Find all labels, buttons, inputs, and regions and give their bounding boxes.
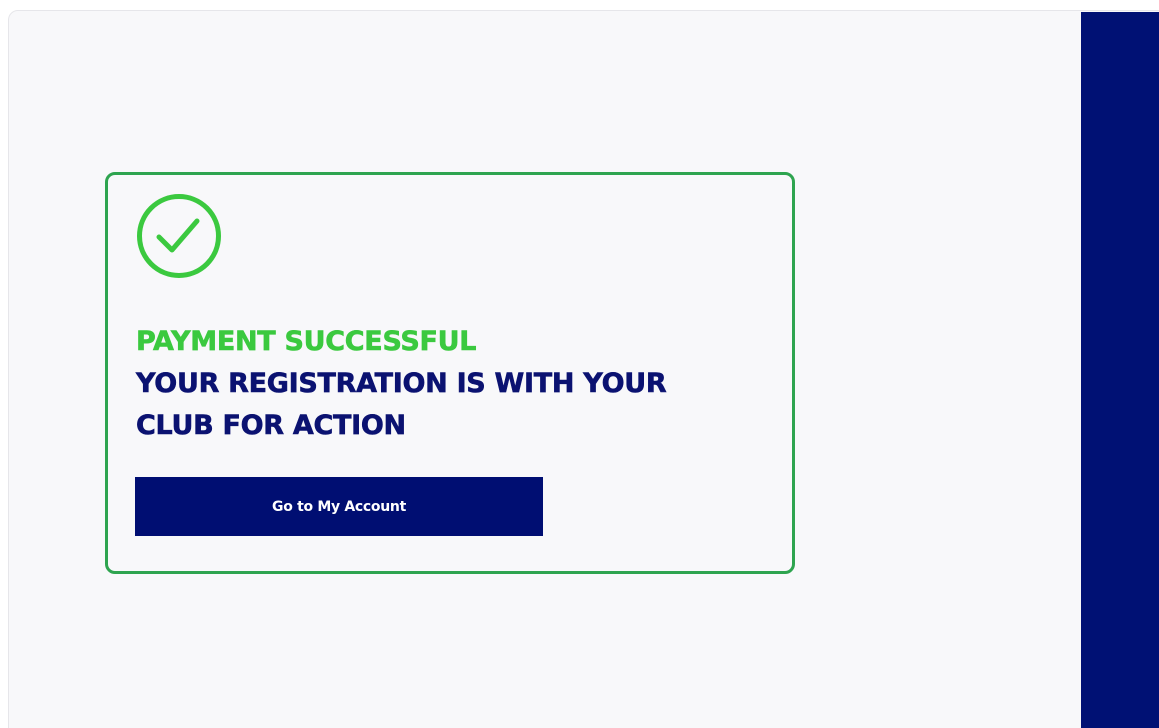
registration-message-line-2: CLUB FOR ACTION (136, 410, 407, 442)
page: PAYMENT SUCCESSFUL YOUR REGISTRATION IS … (0, 0, 1159, 728)
payment-success-card: PAYMENT SUCCESSFUL YOUR REGISTRATION IS … (105, 172, 795, 574)
confirmation-heading: PAYMENT SUCCESSFUL YOUR REGISTRATION IS … (136, 321, 776, 447)
registration-message-line-1: YOUR REGISTRATION IS WITH YOUR (136, 368, 667, 400)
side-panel (1081, 12, 1159, 728)
check-circle-icon (136, 193, 222, 279)
payment-successful-title: PAYMENT SUCCESSFUL (136, 326, 477, 358)
go-to-my-account-button[interactable]: Go to My Account (135, 477, 543, 536)
